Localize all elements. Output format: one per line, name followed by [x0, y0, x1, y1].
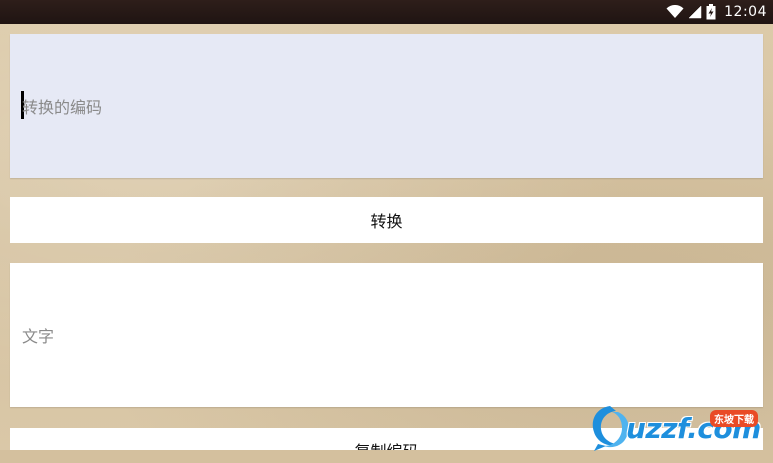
watermark-badge: 东坡下载	[710, 410, 758, 427]
wifi-icon	[666, 5, 684, 19]
convert-button-label: 转换	[370, 212, 403, 231]
code-input[interactable]: 转换的编码	[10, 34, 763, 178]
battery-charging-icon	[706, 4, 716, 20]
cell-signal-icon	[688, 5, 702, 19]
uzzf-watermark: uzzf.com 东坡下载	[588, 398, 768, 454]
text-input-placeholder: 文字	[22, 327, 55, 346]
status-bar: 12:04	[0, 0, 773, 24]
text-input[interactable]: 文字	[10, 263, 763, 407]
status-time: 12:04	[724, 4, 767, 20]
code-input-placeholder: 转换的编码	[22, 98, 103, 117]
convert-button[interactable]: 转换	[10, 197, 763, 243]
